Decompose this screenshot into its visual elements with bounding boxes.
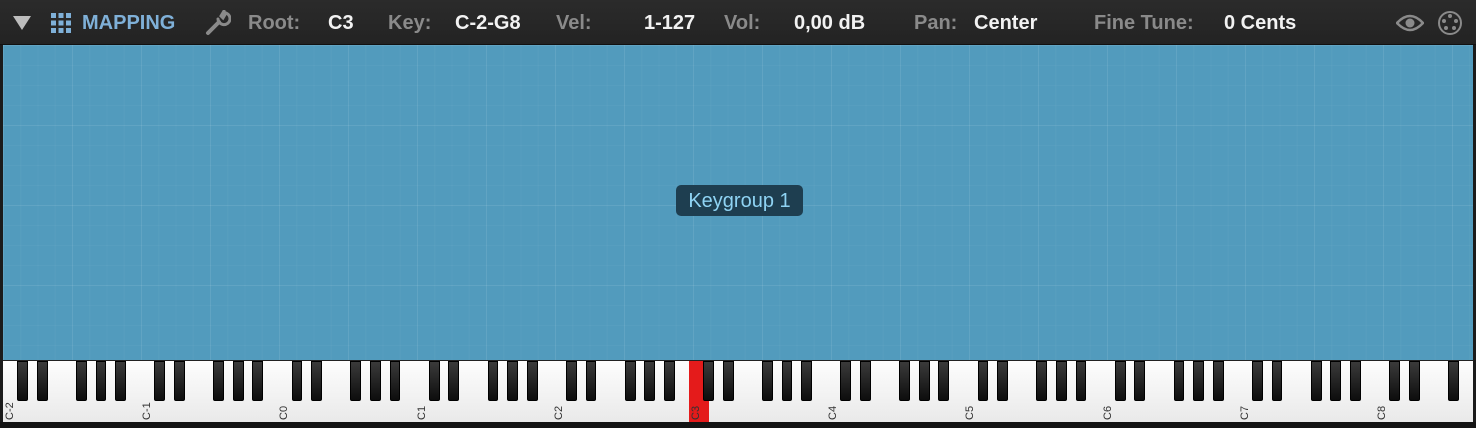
- black-key[interactable]: [1389, 361, 1401, 401]
- octave-label: C5: [964, 405, 977, 420]
- black-key[interactable]: [722, 361, 734, 401]
- key-range-value[interactable]: C-2-G8: [455, 0, 521, 45]
- black-key[interactable]: [213, 361, 225, 401]
- volume-label: Vol:: [724, 12, 761, 34]
- black-key[interactable]: [938, 361, 950, 401]
- black-key[interactable]: [389, 361, 401, 401]
- black-key[interactable]: [1173, 361, 1185, 401]
- octave-label: C4: [827, 405, 840, 420]
- black-key[interactable]: [1447, 361, 1459, 401]
- black-key[interactable]: [1114, 361, 1126, 401]
- black-key[interactable]: [644, 361, 656, 401]
- black-key[interactable]: [17, 361, 29, 401]
- black-key[interactable]: [801, 361, 813, 401]
- black-key[interactable]: [1075, 361, 1087, 401]
- key-label: Key:: [388, 12, 432, 34]
- black-key[interactable]: [75, 361, 87, 401]
- volume-value[interactable]: 0,00 dB: [794, 0, 865, 45]
- black-key[interactable]: [859, 361, 871, 401]
- black-key[interactable]: [761, 361, 773, 401]
- black-key[interactable]: [703, 361, 715, 401]
- black-key[interactable]: [565, 361, 577, 401]
- black-key[interactable]: [526, 361, 538, 401]
- black-key[interactable]: [252, 361, 264, 401]
- black-key[interactable]: [487, 361, 499, 401]
- dial-icon[interactable]: [1436, 0, 1464, 45]
- fine-tune-value[interactable]: 0 Cents: [1224, 0, 1296, 45]
- eye-icon[interactable]: [1395, 0, 1425, 45]
- black-key[interactable]: [918, 361, 930, 401]
- black-key[interactable]: [428, 361, 440, 401]
- pan-value[interactable]: Center: [974, 0, 1037, 45]
- black-key[interactable]: [977, 361, 989, 401]
- black-key[interactable]: [1251, 361, 1263, 401]
- piano-keyboard[interactable]: C-2 C-1 C0 C1 C2 C3 C4 C5 C6 C7 C8: [3, 360, 1473, 423]
- octave-label: C-2: [4, 402, 16, 420]
- black-key[interactable]: [291, 361, 303, 401]
- black-key[interactable]: [448, 361, 460, 401]
- triangle-down-icon[interactable]: [10, 0, 34, 45]
- velocity-label: Vel:: [556, 12, 592, 34]
- black-key[interactable]: [95, 361, 107, 401]
- fine-tune-label: Fine Tune:: [1094, 12, 1194, 34]
- black-key[interactable]: [1036, 361, 1048, 401]
- black-key[interactable]: [899, 361, 911, 401]
- wrench-icon[interactable]: [203, 0, 233, 45]
- mapping-title: MAPPING: [82, 12, 176, 34]
- black-key[interactable]: [1349, 361, 1361, 401]
- mapping-toolbar: MAPPING Root: C3 Key: C-2-G8 Vel: 1-127 …: [0, 0, 1476, 45]
- black-key[interactable]: [585, 361, 597, 401]
- black-key[interactable]: [663, 361, 675, 401]
- black-key[interactable]: [369, 361, 381, 401]
- black-key[interactable]: [624, 361, 636, 401]
- black-key[interactable]: [154, 361, 166, 401]
- octave-label: C8: [1376, 405, 1388, 420]
- root-label: Root:: [248, 12, 301, 34]
- octave-label: C6: [1101, 405, 1114, 420]
- black-key[interactable]: [1134, 361, 1146, 401]
- black-key[interactable]: [1212, 361, 1224, 401]
- grid-icon[interactable]: [49, 0, 73, 45]
- black-key[interactable]: [781, 361, 793, 401]
- octave-label: C7: [1238, 405, 1251, 420]
- black-key[interactable]: [115, 361, 127, 401]
- black-key[interactable]: [1055, 361, 1067, 401]
- mapping-grid[interactable]: Keygroup 1: [3, 45, 1473, 360]
- keygroup-zone[interactable]: Keygroup 1: [676, 185, 803, 216]
- black-key[interactable]: [173, 361, 185, 401]
- black-key[interactable]: [997, 361, 1009, 401]
- octave-label: C0: [278, 405, 291, 420]
- octave-label: C3: [690, 405, 702, 420]
- black-key[interactable]: [311, 361, 323, 401]
- black-key[interactable]: [1193, 361, 1205, 401]
- black-key[interactable]: [36, 361, 48, 401]
- pan-label: Pan:: [914, 12, 958, 34]
- black-key[interactable]: [232, 361, 244, 401]
- black-key[interactable]: [1408, 361, 1420, 401]
- black-key[interactable]: [1271, 361, 1283, 401]
- black-key[interactable]: [840, 361, 852, 401]
- black-key[interactable]: [350, 361, 362, 401]
- bottom-edge: [0, 422, 1476, 428]
- black-key[interactable]: [1310, 361, 1322, 401]
- root-value[interactable]: C3: [328, 0, 354, 45]
- octave-label: C1: [415, 405, 428, 420]
- black-key[interactable]: [1330, 361, 1342, 401]
- black-key[interactable]: [507, 361, 519, 401]
- velocity-range-value[interactable]: 1-127: [644, 0, 695, 45]
- octave-label: C2: [552, 405, 565, 420]
- octave-label: C-1: [141, 402, 154, 420]
